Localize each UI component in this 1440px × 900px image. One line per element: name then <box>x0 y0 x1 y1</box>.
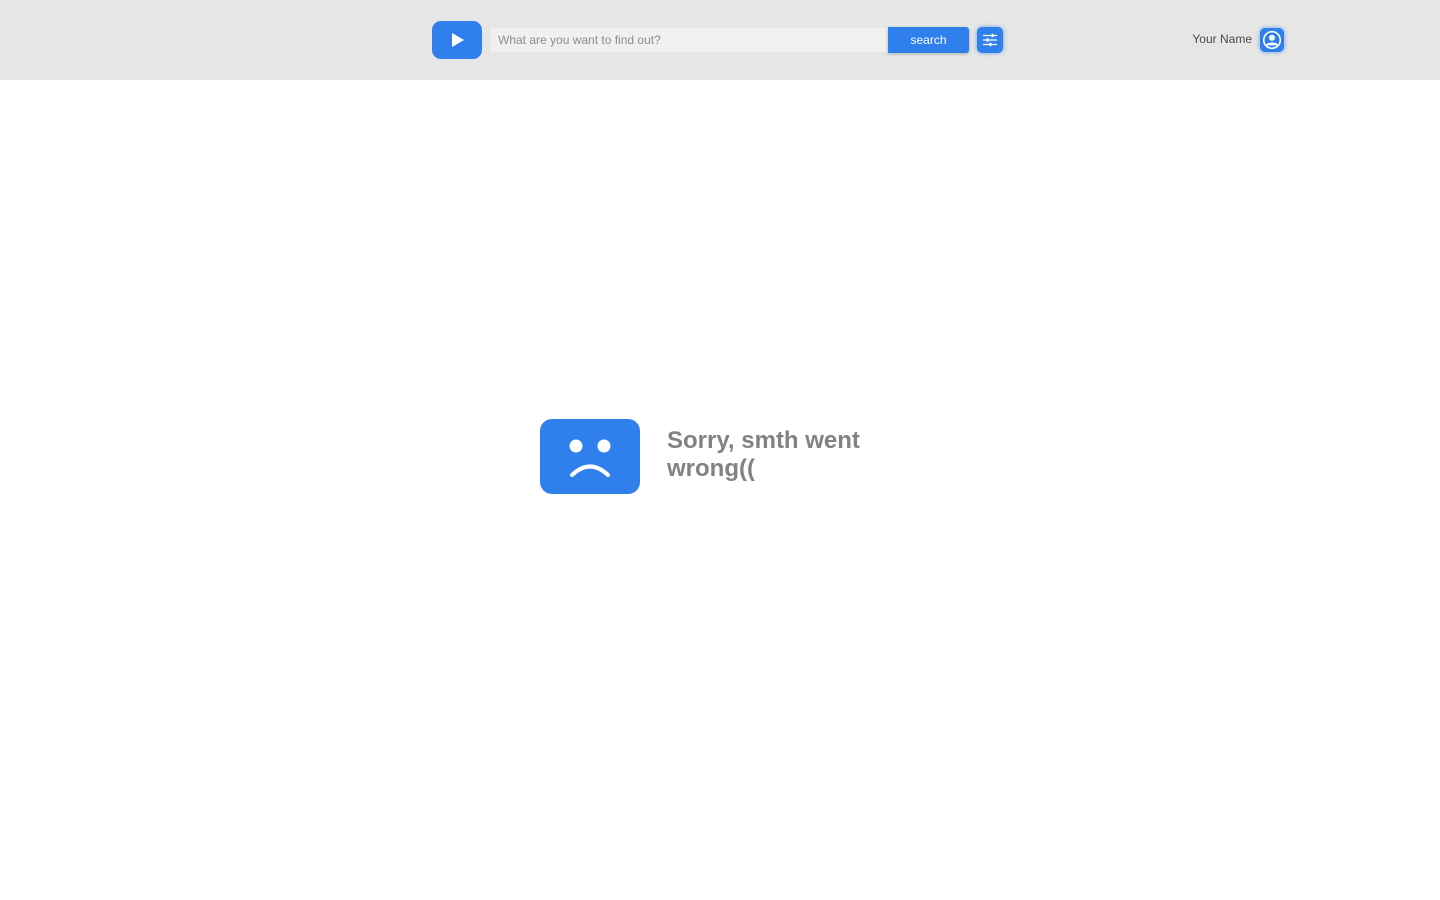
top-bar: search Your Name <box>0 0 1440 80</box>
user-name[interactable]: Your Name <box>1180 32 1252 46</box>
logo-button[interactable] <box>432 21 482 59</box>
sliders-icon <box>982 33 998 47</box>
error-illustration <box>540 419 640 494</box>
avatar[interactable] <box>1260 28 1284 52</box>
filter-button[interactable] <box>977 27 1003 53</box>
search-button[interactable]: search <box>888 27 969 53</box>
user-circle-icon <box>1262 30 1282 50</box>
play-icon <box>452 33 464 47</box>
error-block: Sorry, smth went wrong(( <box>540 419 900 494</box>
search-input[interactable] <box>491 28 888 52</box>
error-message: Sorry, smth went wrong(( <box>667 427 860 482</box>
sad-face-icon <box>569 439 611 477</box>
